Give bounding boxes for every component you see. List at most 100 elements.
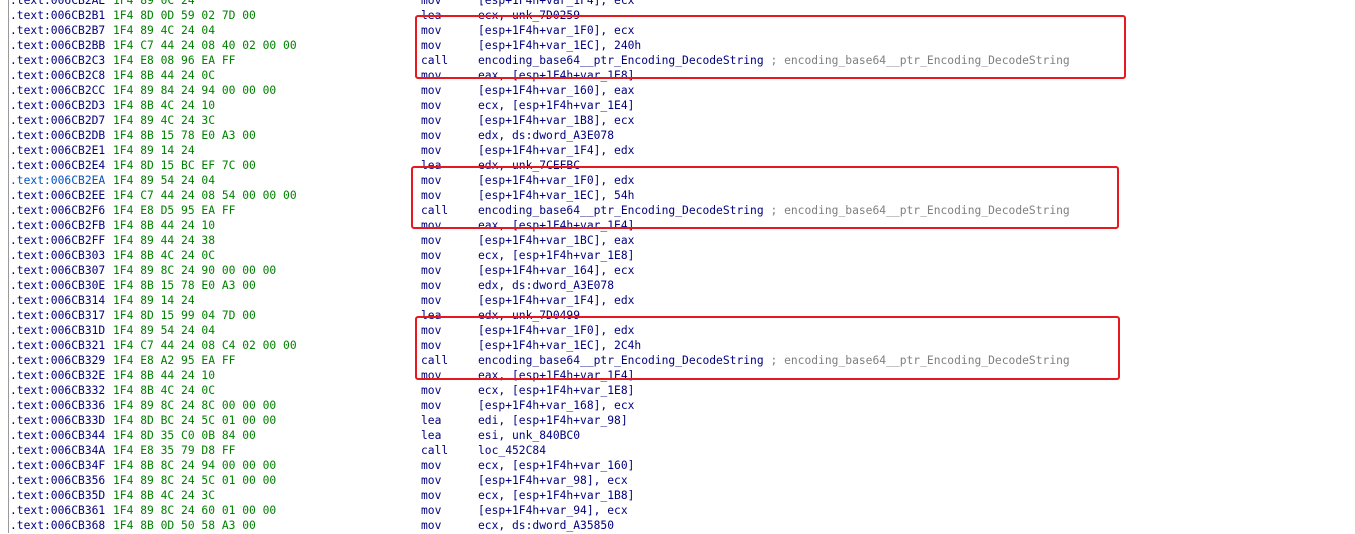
operand-text[interactable]: edx, ds:dword_A3E078 (478, 279, 614, 292)
instruction-address[interactable]: .text:006CB2AE (10, 0, 105, 8)
listing-row[interactable]: .text:006CB303 1F4 8B 4C 24 0C mov ecx, [es… (0, 248, 1355, 263)
instruction-mnemonic[interactable]: mov (421, 383, 441, 398)
instruction-mnemonic[interactable]: mov (421, 488, 441, 503)
instruction-operands[interactable]: [esp+1F4h+var_168], ecx (478, 398, 634, 413)
instruction-address[interactable]: .text:006CB2B7 (10, 23, 105, 38)
instruction-address[interactable]: .text:006CB344 (10, 428, 105, 443)
instruction-mnemonic[interactable]: mov (421, 143, 441, 158)
instruction-address[interactable]: .text:006CB2B1 (10, 8, 105, 23)
instruction-operands[interactable]: [esp+1F4h+var_1F4], edx (478, 143, 634, 158)
operand-text[interactable]: [esp+1F4h+var_98], ecx (478, 474, 628, 487)
instruction-address[interactable]: .text:006CB317 (10, 308, 105, 323)
instruction-address[interactable]: .text:006CB356 (10, 473, 105, 488)
operand-text[interactable]: [esp+1F4h+var_164], ecx (478, 264, 634, 277)
listing-row[interactable]: .text:006CB30E 1F4 8B 15 78 E0 A3 00 mov ed… (0, 278, 1355, 293)
instruction-address[interactable]: .text:006CB2CC (10, 83, 105, 98)
instruction-address[interactable]: .text:006CB30E (10, 278, 105, 293)
instruction-mnemonic[interactable]: mov (421, 0, 441, 8)
operand-text[interactable]: [esp+1F4h+var_1F4], edx (478, 294, 634, 307)
instruction-mnemonic[interactable]: mov (421, 398, 441, 413)
instruction-mnemonic[interactable]: call (421, 443, 448, 458)
listing-row[interactable]: .text:006CB336 1F4 89 8C 24 8C 00 00 00 mo… (0, 398, 1355, 413)
instruction-mnemonic[interactable]: lea (421, 413, 441, 428)
instruction-address[interactable]: .text:006CB2EA (10, 173, 105, 188)
instruction-address[interactable]: .text:006CB336 (10, 398, 105, 413)
instruction-mnemonic[interactable]: mov (421, 518, 441, 533)
instruction-operands[interactable]: [esp+1F4h+var_98], ecx (478, 473, 628, 488)
instruction-address[interactable]: .text:006CB329 (10, 353, 105, 368)
listing-row[interactable]: .text:006CB2DB 1F4 8B 15 78 E0 A3 00 mov ed… (0, 128, 1355, 143)
listing-row[interactable]: .text:006CB2D3 1F4 8B 4C 24 10 mov ecx, [es… (0, 98, 1355, 113)
operand-text[interactable]: [esp+1F4h+var_1B8], ecx (478, 114, 634, 127)
instruction-operands[interactable]: ecx, ds:dword_A35850 (478, 518, 614, 533)
listing-row[interactable]: .text:006CB35D 1F4 8B 4C 24 3C mov ecx, [es… (0, 488, 1355, 503)
instruction-address[interactable]: .text:006CB2E4 (10, 158, 105, 173)
instruction-mnemonic[interactable]: mov (421, 278, 441, 293)
instruction-operands[interactable]: edi, [esp+1F4h+var_98] (478, 413, 628, 428)
instruction-mnemonic[interactable]: mov (421, 503, 441, 518)
instruction-operands[interactable]: esi, unk_840BC0 (478, 428, 580, 443)
instruction-operands[interactable]: [esp+1F4h+var_164], ecx (478, 263, 634, 278)
instruction-mnemonic[interactable]: mov (421, 458, 441, 473)
instruction-operands[interactable]: ecx, [esp+1F4h+var_1B8] (478, 488, 634, 503)
instruction-address[interactable]: .text:006CB32E (10, 368, 105, 383)
instruction-mnemonic[interactable]: mov (421, 98, 441, 113)
instruction-address[interactable]: .text:006CB2D3 (10, 98, 105, 113)
listing-row[interactable]: .text:006CB2CC 1F4 89 84 24 94 00 00 00 mo… (0, 83, 1355, 98)
instruction-address[interactable]: .text:006CB2DB (10, 128, 105, 143)
instruction-operands[interactable]: ecx, [esp+1F4h+var_1E8] (478, 383, 634, 398)
instruction-address[interactable]: .text:006CB35D (10, 488, 105, 503)
listing-row[interactable]: .text:006CB344 1F4 8D 35 C0 0B 84 00 lea es… (0, 428, 1355, 443)
listing-row[interactable]: .text:006CB2E1 1F4 89 14 24 mov [esp+1F4h+v… (0, 143, 1355, 158)
listing-row[interactable]: .text:006CB314 1F4 89 14 24 mov [esp+1F4h+v… (0, 293, 1355, 308)
operand-text[interactable]: [esp+1F4h+var_94], ecx (478, 504, 628, 517)
operand-text[interactable]: loc_452C84 (478, 444, 546, 457)
listing-row[interactable]: .text:006CB368 1F4 8B 0D 50 58 A3 00 mov ec… (0, 518, 1355, 533)
listing-row[interactable]: .text:006CB33D 1F4 8D BC 24 5C 01 00 00 le… (0, 413, 1355, 428)
instruction-address[interactable]: .text:006CB2EE (10, 188, 105, 203)
instruction-operands[interactable]: [esp+1F4h+var_94], ecx (478, 503, 628, 518)
listing-row[interactable]: .text:006CB332 1F4 8B 4C 24 0C mov ecx, [es… (0, 383, 1355, 398)
instruction-operands[interactable]: ecx, [esp+1F4h+var_1E4] (478, 98, 634, 113)
instruction-address[interactable]: .text:006CB2C3 (10, 53, 105, 68)
instruction-operands[interactable]: ecx, [esp+1F4h+var_160] (478, 458, 634, 473)
operand-text[interactable]: ecx, ds:dword_A35850 (478, 519, 614, 532)
instruction-address[interactable]: .text:006CB2F6 (10, 203, 105, 218)
instruction-address[interactable]: .text:006CB2C8 (10, 68, 105, 83)
operand-text[interactable]: ecx, [esp+1F4h+var_1B8] (478, 489, 634, 502)
instruction-operands[interactable]: [esp+1F4h+var_1BC], eax (478, 233, 634, 248)
listing-row[interactable]: .text:006CB2AE 1F4 89 0C 24 mov [esp+1F4h+v… (0, 0, 1355, 8)
instruction-address[interactable]: .text:006CB33D (10, 413, 105, 428)
instruction-address[interactable]: .text:006CB361 (10, 503, 105, 518)
instruction-operands[interactable]: [esp+1F4h+var_1F4], ecx (478, 0, 634, 8)
instruction-mnemonic[interactable]: mov (421, 128, 441, 143)
instruction-operands[interactable]: ecx, [esp+1F4h+var_1E8] (478, 248, 634, 263)
operand-text[interactable]: ecx, [esp+1F4h+var_1E8] (478, 249, 634, 262)
instruction-address[interactable]: .text:006CB303 (10, 248, 105, 263)
instruction-mnemonic[interactable]: mov (421, 113, 441, 128)
instruction-address[interactable]: .text:006CB2BB (10, 38, 105, 53)
instruction-mnemonic[interactable]: lea (421, 428, 441, 443)
instruction-mnemonic[interactable]: mov (421, 233, 441, 248)
listing-row[interactable]: .text:006CB34A 1F4 E8 35 79 D8 FF call loc_… (0, 443, 1355, 458)
operand-text[interactable]: ecx, [esp+1F4h+var_1E8] (478, 384, 634, 397)
instruction-mnemonic[interactable]: mov (421, 293, 441, 308)
listing-row[interactable]: .text:006CB2FF 1F4 89 44 24 38 mov [esp+1F4… (0, 233, 1355, 248)
listing-row[interactable]: .text:006CB2D7 1F4 89 4C 24 3C mov [esp+1F4… (0, 113, 1355, 128)
instruction-address[interactable]: .text:006CB321 (10, 338, 105, 353)
operand-text[interactable]: [esp+1F4h+var_1F4], ecx (478, 0, 634, 7)
instruction-address[interactable]: .text:006CB31D (10, 323, 105, 338)
listing-row[interactable]: .text:006CB307 1F4 89 8C 24 90 00 00 00 mo… (0, 263, 1355, 278)
instruction-address[interactable]: .text:006CB34A (10, 443, 105, 458)
instruction-address[interactable]: .text:006CB307 (10, 263, 105, 278)
listing-row[interactable]: .text:006CB361 1F4 89 8C 24 60 01 00 00 mo… (0, 503, 1355, 518)
instruction-address[interactable]: .text:006CB332 (10, 383, 105, 398)
operand-text[interactable]: ecx, [esp+1F4h+var_1E4] (478, 99, 634, 112)
instruction-operands[interactable]: edx, ds:dword_A3E078 (478, 278, 614, 293)
operand-text[interactable]: edx, ds:dword_A3E078 (478, 129, 614, 142)
instruction-operands[interactable]: [esp+1F4h+var_1F4], edx (478, 293, 634, 308)
operand-text[interactable]: [esp+1F4h+var_160], eax (478, 84, 634, 97)
instruction-mnemonic[interactable]: mov (421, 473, 441, 488)
operand-text[interactable]: [esp+1F4h+var_168], ecx (478, 399, 634, 412)
operand-text[interactable]: ecx, [esp+1F4h+var_160] (478, 459, 634, 472)
